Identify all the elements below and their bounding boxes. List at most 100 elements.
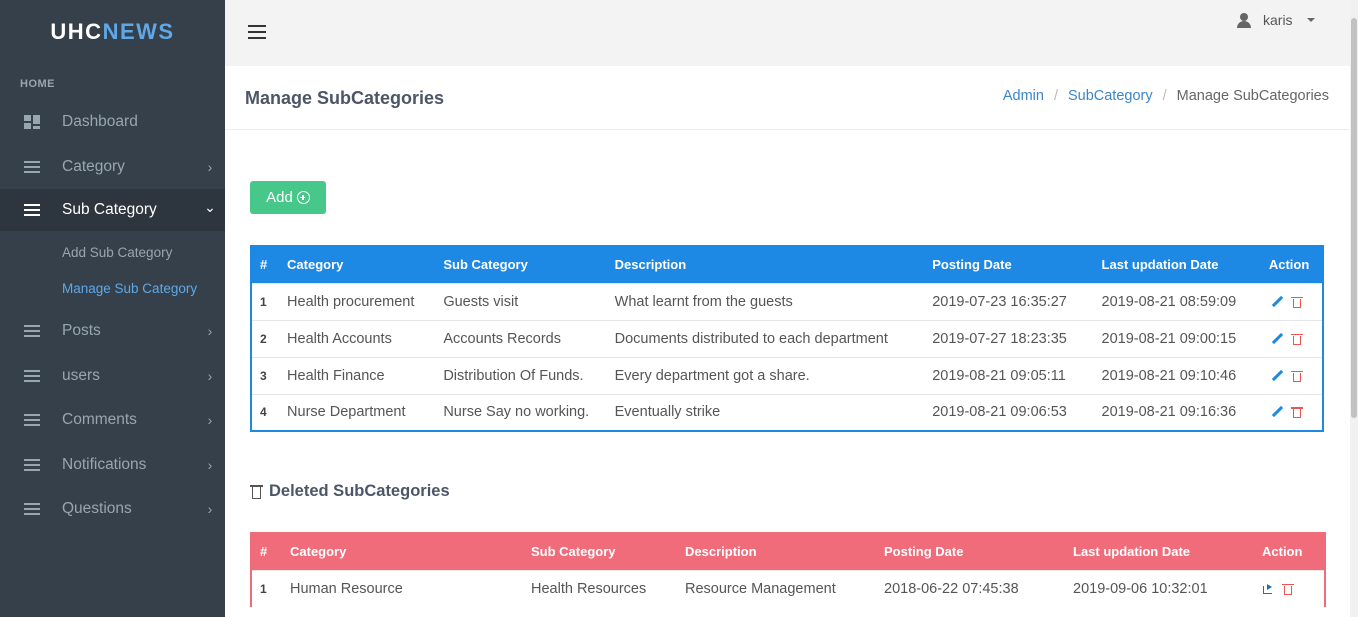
list-icon <box>24 369 42 383</box>
sidebar-item-posts[interactable]: Posts › <box>0 309 225 354</box>
delete-trash-icon[interactable] <box>1290 333 1303 345</box>
row-number: 3 <box>251 356 278 394</box>
page-header: Manage SubCategories Admin / SubCategory… <box>225 66 1350 130</box>
edit-pencil-icon[interactable] <box>1271 370 1283 382</box>
chevron-right-icon: › <box>207 158 213 175</box>
sidebar-item-category[interactable]: Category › <box>0 145 225 190</box>
chevron-down-icon: ⌄ <box>204 198 216 215</box>
user-menu[interactable]: karis <box>1237 12 1315 28</box>
sidebar-item-label: Dashboard <box>62 113 138 131</box>
edit-pencil-icon[interactable] <box>1271 406 1283 418</box>
cell-actions <box>1260 319 1323 357</box>
cell-updation-date: 2019-08-21 08:59:09 <box>1091 282 1261 320</box>
list-icon <box>24 502 42 516</box>
column-header: Sub Category <box>531 544 616 560</box>
cell-category: Health Finance <box>277 356 434 394</box>
cell-description: Resource Management <box>675 569 874 607</box>
column-header: Posting Date <box>884 544 964 560</box>
list-icon <box>24 160 42 174</box>
sidebar-item-notifications[interactable]: Notifications › <box>0 443 225 488</box>
sidebar-subitem-manage-sub-category[interactable]: Manage Sub Category <box>0 270 225 306</box>
add-button-label: Add <box>266 189 293 206</box>
cell-description: Every department got a share. <box>604 356 923 394</box>
row-number: 1 <box>251 282 278 320</box>
cell-updation-date: 2019-08-21 09:16:36 <box>1091 393 1261 431</box>
delete-trash-icon[interactable] <box>1290 296 1303 308</box>
column-header: Description <box>614 257 687 273</box>
list-icon <box>24 458 42 472</box>
cell-actions <box>1260 393 1323 431</box>
username: karis <box>1263 12 1293 28</box>
sidebar-item-label: users <box>62 366 100 384</box>
cell-actions <box>1260 356 1323 394</box>
sidebar-item-label: Notifications <box>62 455 147 473</box>
chevron-right-icon: › <box>207 323 213 340</box>
column-header: Category <box>287 257 344 273</box>
user-icon <box>1237 12 1251 28</box>
cell-subcategory: Health Resources <box>521 569 675 607</box>
chevron-right-icon: › <box>207 367 213 384</box>
page-scrollbar[interactable] <box>1350 0 1358 617</box>
brand-logo[interactable]: UHC NEWS <box>0 0 225 64</box>
restore-icon[interactable] <box>1262 583 1274 595</box>
menu-heading: HOME <box>20 78 55 90</box>
edit-pencil-icon[interactable] <box>1271 296 1283 308</box>
table-row: 3 Health Finance Distribution Of Funds. … <box>251 356 1323 394</box>
column-header: Action <box>1268 257 1310 273</box>
caret-down-icon <box>1306 18 1315 22</box>
breadcrumb-subcategory[interactable]: SubCategory <box>1068 88 1153 104</box>
cell-updation-date: 2019-08-21 09:10:46 <box>1091 356 1261 394</box>
brand-part-1: UHC <box>50 19 103 44</box>
plus-circle-icon <box>296 191 310 204</box>
list-icon <box>24 324 42 338</box>
delete-forever-trash-icon[interactable] <box>1282 583 1294 595</box>
sidebar-subitem-add-sub-category[interactable]: Add Sub Category <box>0 234 225 270</box>
cell-category: Health procurement <box>277 282 434 320</box>
sidebar-item-dashboard[interactable]: Dashboard <box>0 100 225 145</box>
table-row: 4 Nurse Department Nurse Say no working.… <box>251 393 1323 431</box>
sidebar-item-label: Category <box>62 157 125 175</box>
column-header: # <box>260 544 268 560</box>
chevron-right-icon: › <box>207 412 213 429</box>
cell-posting-date: 2019-07-27 18:23:35 <box>922 319 1092 357</box>
sidebar-item-users[interactable]: users › <box>0 354 225 399</box>
cell-actions <box>1260 282 1323 320</box>
list-icon <box>24 203 42 217</box>
list-icon <box>24 413 42 427</box>
column-header: Last updation Date <box>1073 544 1191 560</box>
sidebar-item-questions[interactable]: Questions › <box>0 487 225 532</box>
scrollbar-thumb[interactable] <box>1351 18 1357 418</box>
breadcrumb-admin[interactable]: Admin <box>1003 88 1044 104</box>
delete-trash-icon[interactable] <box>1290 406 1303 419</box>
edit-pencil-icon[interactable] <box>1271 333 1283 345</box>
table-header-row: # Category Sub Category Description Post… <box>251 533 1325 570</box>
column-header: # <box>260 257 268 273</box>
add-subcategory-button[interactable]: Add <box>250 181 326 214</box>
sub-category-submenu: Add Sub Category Manage Sub Category <box>0 231 225 309</box>
cell-category: Health Accounts <box>277 319 434 357</box>
table-row: 2 Health Accounts Accounts Records Docum… <box>251 319 1323 357</box>
topbar: karis <box>225 0 1350 66</box>
cell-posting-date: 2018-06-22 07:45:38 <box>874 569 1063 607</box>
subcategories-table: # Category Sub Category Description Post… <box>250 245 1324 432</box>
menu-toggle-icon[interactable] <box>248 25 266 39</box>
cell-actions <box>1252 569 1325 607</box>
cell-category: Nurse Department <box>277 393 434 431</box>
breadcrumb-separator: / <box>1162 88 1167 104</box>
column-header: Action <box>1262 544 1303 560</box>
cell-updation-date: 2019-09-06 10:32:01 <box>1063 569 1252 607</box>
page-title: Manage SubCategories <box>245 88 445 108</box>
breadcrumb-separator: / <box>1053 88 1058 104</box>
breadcrumb-current: Manage SubCategories <box>1176 88 1329 104</box>
sidebar-item-sub-category[interactable]: Sub Category ⌄ <box>0 189 225 231</box>
cell-description: What learnt from the guests <box>604 282 923 320</box>
sidebar-item-comments[interactable]: Comments › <box>0 398 225 443</box>
cell-subcategory: Nurse Say no working. <box>433 393 605 431</box>
sidebar-item-label: Posts <box>62 322 101 340</box>
deleted-heading-label: Deleted SubCategories <box>269 482 450 500</box>
trash-icon <box>250 484 263 499</box>
table-row: 1 Health procurement Guests visit What l… <box>251 282 1323 320</box>
delete-trash-icon[interactable] <box>1290 370 1303 382</box>
breadcrumb: Admin / SubCategory / Manage SubCategori… <box>1003 88 1329 104</box>
row-number: 2 <box>251 319 278 357</box>
